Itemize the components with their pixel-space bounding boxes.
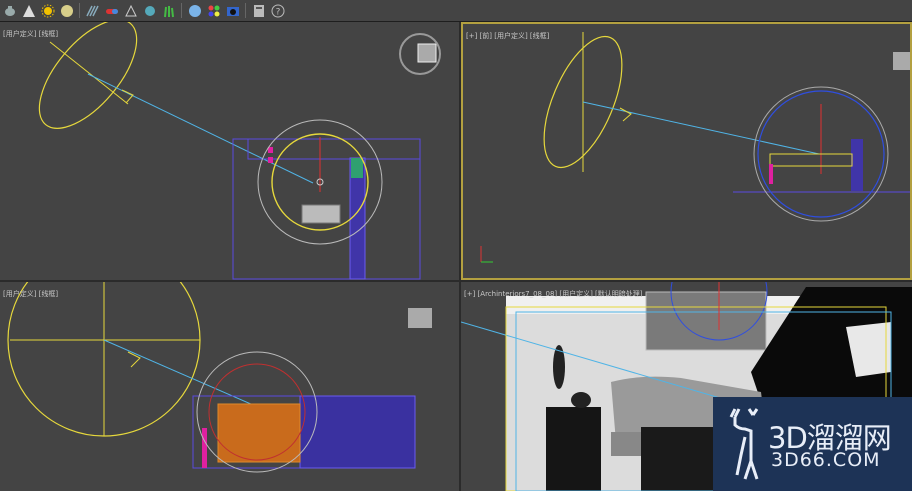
viewport-top-left-scene: [38, 22, 441, 280]
light-target-line: [582, 101, 820, 155]
viewport-label[interactable]: [+] [前] [用户定义] [线框]: [466, 31, 549, 41]
main-toolbar: ?: [0, 0, 912, 22]
viewcube[interactable]: [417, 43, 437, 63]
toolbar-divider: [79, 3, 80, 18]
shelf-wireframe: [851, 139, 863, 191]
material-ball-icon[interactable]: [187, 3, 202, 18]
toolbar-divider: [181, 3, 182, 18]
vase-marker: [202, 428, 207, 468]
toolbar-divider: [245, 3, 246, 18]
side-table: [546, 407, 601, 491]
watermark-url: 3D66.COM: [771, 449, 881, 471]
render-teapot-icon[interactable]: [225, 3, 240, 18]
sphere-icon[interactable]: [59, 3, 74, 18]
capsule-icon[interactable]: [104, 3, 119, 18]
vase-marker: [769, 164, 773, 184]
viewport-top-right[interactable]: [+] [前] [用户定义] [线框]: [461, 22, 912, 280]
viewport-label[interactable]: [用户定义] [线框]: [3, 289, 58, 299]
light-axis: [49, 41, 129, 105]
light-target-line: [87, 73, 314, 184]
light-disc: [38, 22, 138, 129]
lamp-icon[interactable]: [123, 3, 138, 18]
wall-painting: [645, 291, 767, 351]
direction-arrow: [127, 351, 141, 368]
room-wireframe: [247, 138, 421, 160]
viewport-top-right-scene: [480, 32, 912, 263]
sofa-wireframe: [301, 204, 341, 224]
panel-icon[interactable]: [251, 3, 266, 18]
vase-marker: [268, 157, 273, 163]
shelf-item: [351, 158, 363, 178]
light-target-line: [103, 339, 261, 409]
grass-icon[interactable]: [161, 3, 176, 18]
svg-text:?: ?: [275, 7, 280, 17]
help-icon[interactable]: ?: [270, 3, 285, 18]
sun-icon[interactable]: [40, 3, 55, 18]
snowflake-icon[interactable]: [142, 3, 157, 18]
particles-icon[interactable]: [85, 3, 100, 18]
viewcube[interactable]: [893, 52, 912, 70]
vase: [571, 392, 591, 408]
teapot-icon[interactable]: [2, 3, 17, 18]
viewport-bottom-left-scene: [7, 282, 432, 473]
direction-arrow: [619, 107, 632, 122]
sofa-wireframe: [769, 153, 853, 167]
watermark-logo: 3D溜溜网 3D66.COM: [713, 397, 912, 491]
viewcube[interactable]: [408, 308, 432, 328]
color-dots-icon[interactable]: [206, 3, 221, 18]
viewport-top-left[interactable]: [用户定义] [线框]: [0, 22, 459, 280]
viewport-label[interactable]: [用户定义] [线框]: [3, 29, 58, 39]
deer-icon: [729, 408, 759, 480]
cone-icon[interactable]: [21, 3, 36, 18]
viewport-bottom-left[interactable]: [用户定义] [线框]: [0, 282, 459, 491]
sofa-wireframe: [217, 403, 301, 463]
viewport-label[interactable]: [+] [Archinteriors7_08_08] [用户定义] [默认明暗处…: [464, 289, 643, 299]
